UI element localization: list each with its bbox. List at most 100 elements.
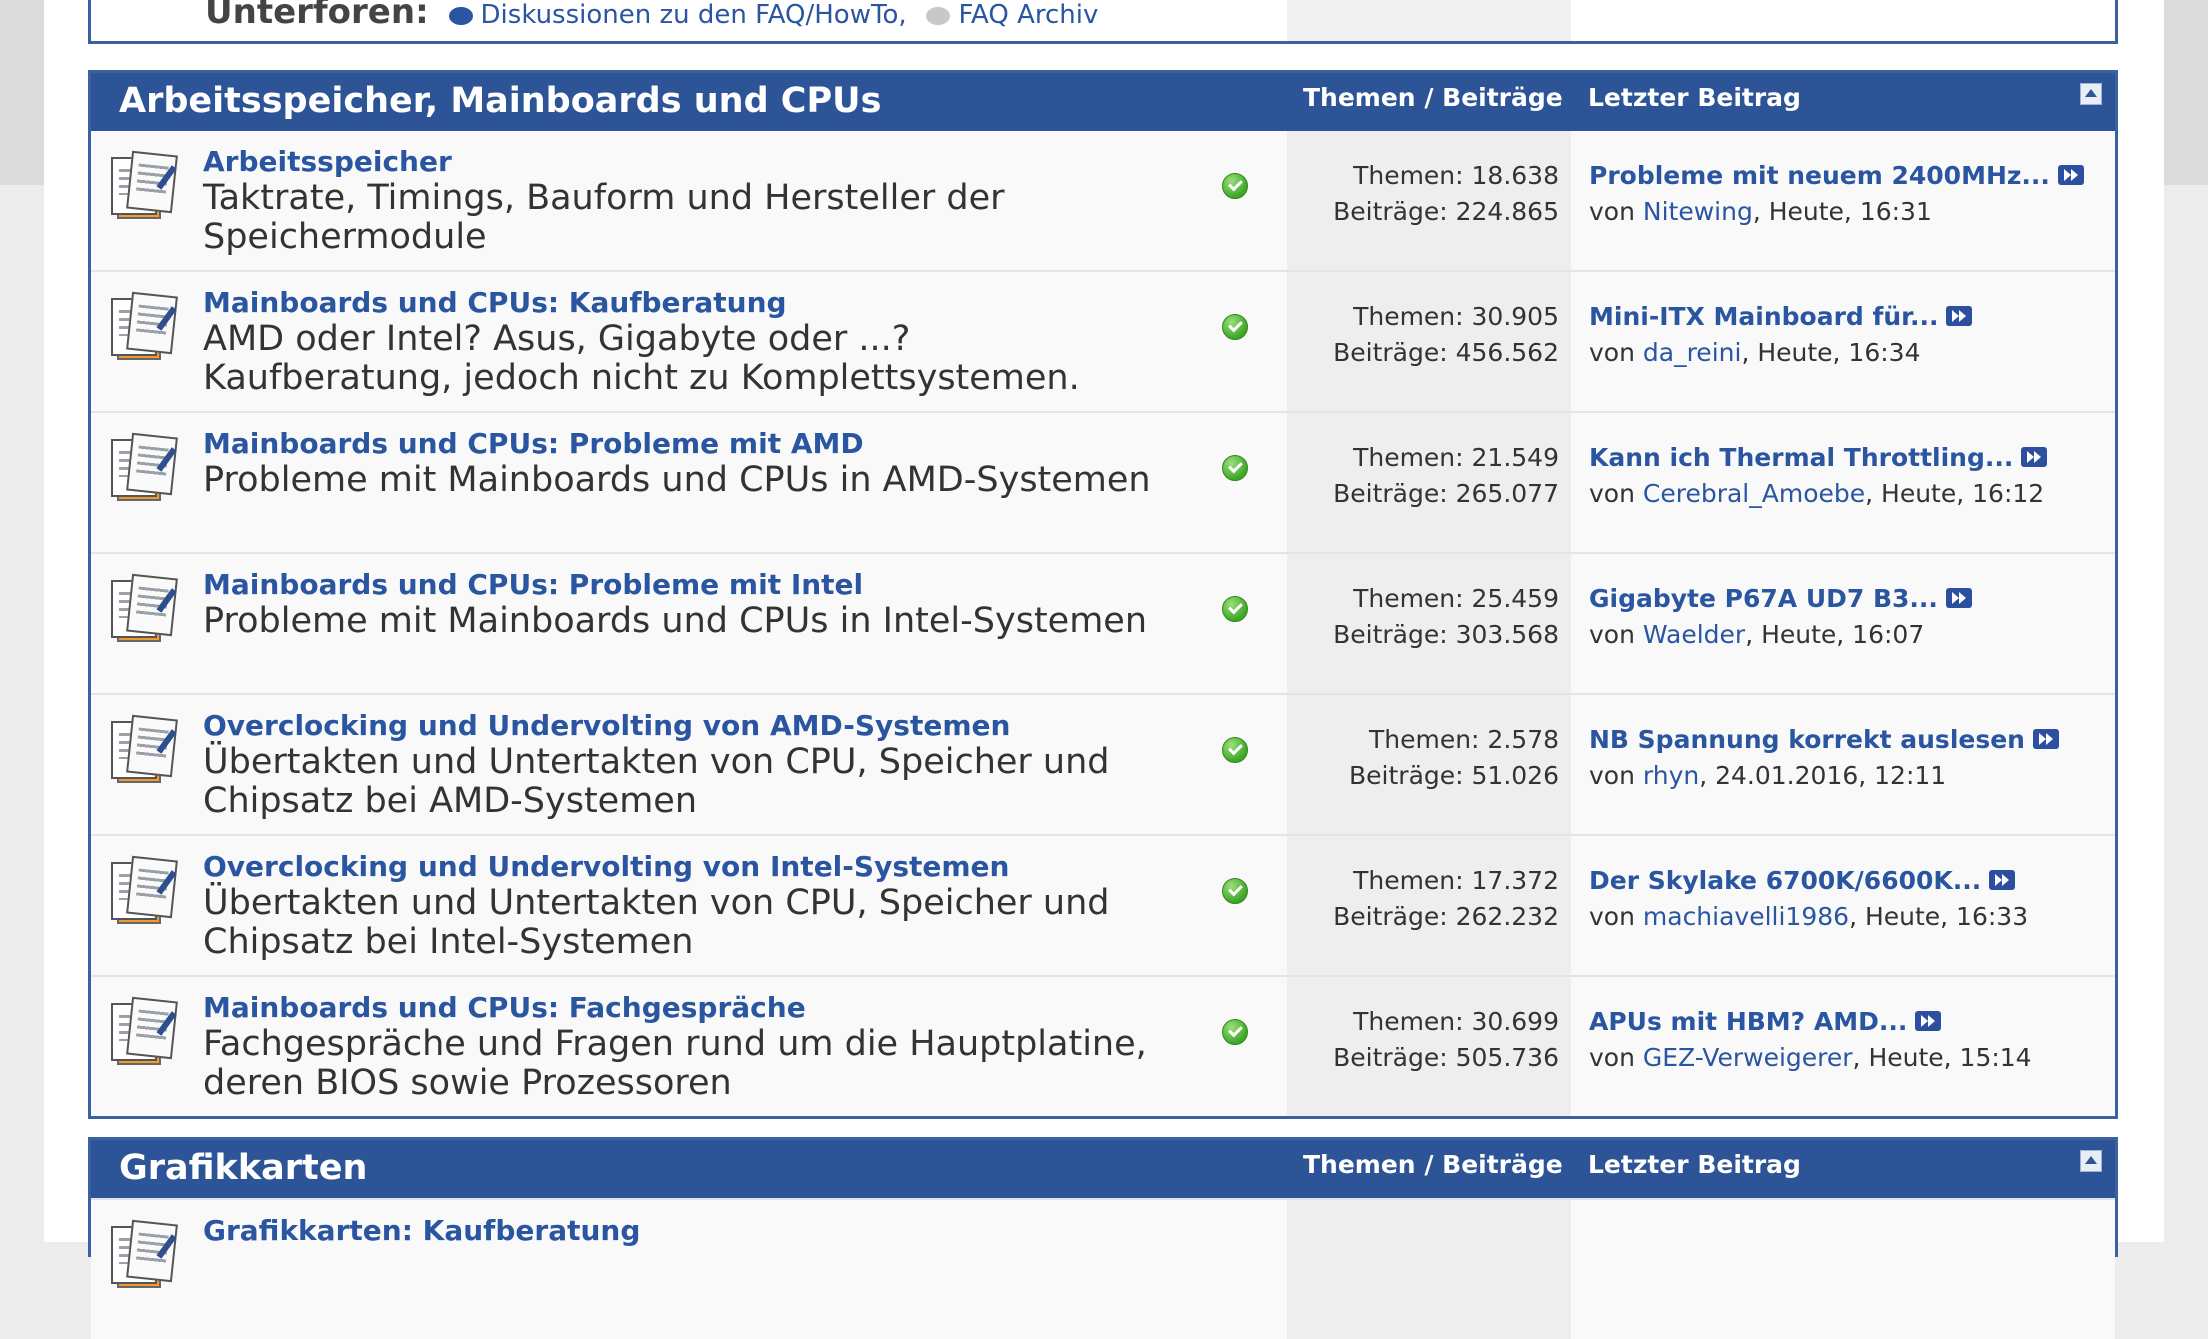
last-post-author-link[interactable]: Waelder xyxy=(1643,620,1745,649)
category-title[interactable]: Grafikkarten xyxy=(119,1148,367,1188)
forum-icon xyxy=(111,573,178,646)
page-margin-right xyxy=(2164,0,2208,185)
forum-icon xyxy=(111,291,178,364)
previous-forum-stats-cell xyxy=(1287,0,1571,41)
go-to-last-post-icon[interactable] xyxy=(2057,165,2084,185)
last-post-title[interactable]: Probleme mit neuem 2400MHz... xyxy=(1589,161,2084,190)
forum-status-icon xyxy=(1222,314,1248,340)
forum-title-link[interactable]: Mainboards und CPUs: Probleme mit AMD xyxy=(203,427,864,460)
topics-count: Themen: 21.549 xyxy=(1353,443,1559,472)
forum-description: Probleme mit Mainboards und CPUs in Inte… xyxy=(203,601,1148,641)
category-header: Arbeitsspeicher, Mainboards und CPUs The… xyxy=(91,73,2115,131)
forum-row: Overclocking und Undervolting von AMD-Sy… xyxy=(91,693,2115,834)
forum-list: Arbeitsspeicher Taktrate, Timings, Baufor… xyxy=(91,131,2115,1116)
forum-last-post-cell xyxy=(1571,1200,2115,1339)
previous-forum-last-cell xyxy=(1571,0,2115,41)
go-to-last-post-icon[interactable] xyxy=(1915,1011,1942,1031)
go-to-last-post-icon[interactable] xyxy=(2021,447,2048,467)
forum-status-icon xyxy=(1222,1019,1248,1045)
posts-count: Beiträge: 224.865 xyxy=(1333,197,1559,226)
collapse-category-button[interactable] xyxy=(2080,1150,2102,1172)
last-post-title[interactable]: Gigabyte P67A UD7 B3... xyxy=(1589,584,1972,613)
forum-icon xyxy=(111,432,178,505)
topics-count: Themen: 25.459 xyxy=(1353,584,1559,613)
last-post-title[interactable]: APUs mit HBM? AMD... xyxy=(1589,1007,1942,1036)
last-post-author-link[interactable]: Nitewing xyxy=(1643,197,1753,226)
posts-count: Beiträge: 505.736 xyxy=(1333,1043,1559,1072)
last-post-meta: von GEZ-Verweigerer, Heute, 15:14 xyxy=(1589,1043,2032,1072)
forum-icon xyxy=(111,150,178,223)
forum-row: Mainboards und CPUs: Probleme mit Intel P… xyxy=(91,552,2115,693)
forum-status-icon xyxy=(1222,737,1248,763)
collapse-category-button[interactable] xyxy=(2080,83,2102,105)
last-post-author-link[interactable]: GEZ-Verweigerer xyxy=(1643,1043,1853,1072)
last-post-author-link[interactable]: rhyn xyxy=(1643,761,1699,790)
last-post-author-link[interactable]: machiavelli1986 xyxy=(1643,902,1849,931)
last-post-meta: von da_reini, Heute, 16:34 xyxy=(1589,338,1921,367)
last-post-meta: von machiavelli1986, Heute, 16:33 xyxy=(1589,902,2029,931)
forum-title-link[interactable]: Mainboards und CPUs: Fachgespräche xyxy=(203,991,806,1024)
forum-title-link[interactable]: Mainboards und CPUs: Kaufberatung xyxy=(203,286,787,319)
category-grafikkarten: Grafikkarten Themen / Beiträge Letzter B… xyxy=(88,1137,2118,1339)
forum-description: Probleme mit Mainboards und CPUs in AMD-… xyxy=(203,460,1151,500)
subforums-line: Unterforen: Diskussionen zu den FAQ/HowT… xyxy=(205,0,1098,32)
forum-row: Overclocking und Undervolting von Intel-… xyxy=(91,834,2115,975)
category-header: Grafikkarten Themen / Beiträge Letzter B… xyxy=(91,1140,2115,1198)
forum-row: Arbeitsspeicher Taktrate, Timings, Baufor… xyxy=(91,131,2115,270)
speech-bubble-icon xyxy=(448,7,473,25)
category-title[interactable]: Arbeitsspeicher, Mainboards und CPUs xyxy=(119,81,881,121)
page-margin-left xyxy=(0,0,44,185)
forum-row: Mainboards und CPUs: Kaufberatung AMD ode… xyxy=(91,270,2115,411)
subforum-link-faq-discussion[interactable]: Diskussionen zu den FAQ/HowTo, xyxy=(448,0,907,30)
forum-title-link[interactable]: Arbeitsspeicher xyxy=(203,145,452,178)
last-post-title[interactable]: Kann ich Thermal Throttling... xyxy=(1589,443,2048,472)
topics-count: Themen: 30.905 xyxy=(1353,302,1559,331)
forum-icon xyxy=(111,996,178,1069)
forum-status-icon xyxy=(1222,173,1248,199)
forum-row: Grafikkarten: Kaufberatung xyxy=(91,1198,2115,1339)
forum-title-link[interactable]: Grafikkarten: Kaufberatung xyxy=(203,1214,640,1247)
forum-title-link[interactable]: Overclocking und Undervolting von Intel-… xyxy=(203,850,1009,883)
forum-status-icon xyxy=(1222,596,1248,622)
topics-count: Themen: 2.578 xyxy=(1368,725,1559,754)
forum-title-link[interactable]: Overclocking und Undervolting von AMD-Sy… xyxy=(203,709,1010,742)
go-to-last-post-icon[interactable] xyxy=(1946,306,1973,326)
topics-count: Themen: 17.372 xyxy=(1353,866,1559,895)
previous-forum-row: Unterforen: Diskussionen zu den FAQ/HowT… xyxy=(88,0,2118,44)
last-post-meta: von Waelder, Heute, 16:07 xyxy=(1589,620,1925,649)
column-header-stats: Themen / Beiträge xyxy=(1303,83,1563,112)
last-post-meta: von Nitewing, Heute, 16:31 xyxy=(1589,197,1932,226)
forum-title-link[interactable]: Mainboards und CPUs: Probleme mit Intel xyxy=(203,568,863,601)
forum-description: AMD oder Intel? Asus, Gigabyte oder ...?… xyxy=(203,319,1080,398)
go-to-last-post-icon[interactable] xyxy=(2032,729,2059,749)
forum-status-icon xyxy=(1222,878,1248,904)
last-post-title[interactable]: NB Spannung korrekt auslesen xyxy=(1589,725,2059,754)
go-to-last-post-icon[interactable] xyxy=(1989,870,2016,890)
forum-row: Mainboards und CPUs: Probleme mit AMD Pro… xyxy=(91,411,2115,552)
last-post-title[interactable]: Mini-ITX Mainboard für... xyxy=(1589,302,1973,331)
forum-stats-cell xyxy=(1287,1200,1571,1339)
forum-description: Taktrate, Timings, Bauform und Herstelle… xyxy=(203,178,1005,257)
forum-description: Fachgespräche und Fragen rund um die Hau… xyxy=(203,1024,1147,1103)
posts-count: Beiträge: 456.562 xyxy=(1333,338,1559,367)
last-post-author-link[interactable]: Cerebral_Amoebe xyxy=(1643,479,1865,508)
posts-count: Beiträge: 262.232 xyxy=(1333,902,1559,931)
topics-count: Themen: 30.699 xyxy=(1353,1007,1559,1036)
go-to-last-post-icon[interactable] xyxy=(1945,588,1972,608)
forum-description: Übertakten und Untertakten von CPU, Spei… xyxy=(203,883,1110,962)
forum-description: Übertakten und Untertakten von CPU, Spei… xyxy=(203,742,1110,821)
category-arbeitsspeicher-mainboards-cpus: Arbeitsspeicher, Mainboards und CPUs The… xyxy=(88,70,2118,1119)
speech-bubble-icon xyxy=(926,7,951,25)
subforums-label: Unterforen: xyxy=(205,0,429,32)
last-post-title[interactable]: Der Skylake 6700K/6600K... xyxy=(1589,866,2016,895)
posts-count: Beiträge: 51.026 xyxy=(1349,761,1559,790)
subforum-link-faq-archive[interactable]: FAQ Archiv xyxy=(926,0,1098,30)
forum-icon xyxy=(111,855,178,928)
forum-icon xyxy=(111,714,178,787)
forum-status-icon xyxy=(1222,455,1248,481)
column-header-last-post: Letzter Beitrag xyxy=(1588,1150,1801,1179)
last-post-meta: von rhyn, 24.01.2016, 12:11 xyxy=(1589,761,1947,790)
posts-count: Beiträge: 265.077 xyxy=(1333,479,1559,508)
forum-icon xyxy=(111,1219,178,1292)
last-post-author-link[interactable]: da_reini xyxy=(1643,338,1742,367)
